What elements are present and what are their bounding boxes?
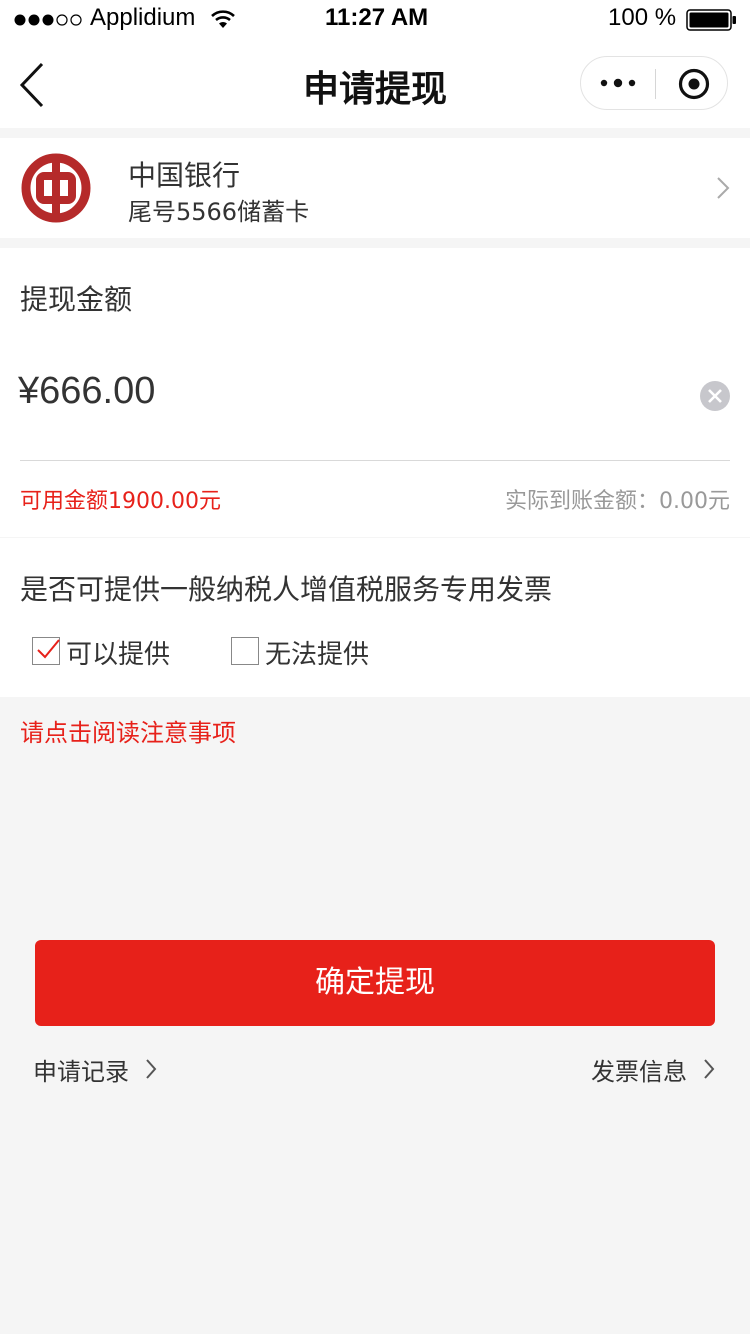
bank-card-row[interactable]: 中国银行 尾号5566储蓄卡 [0, 138, 750, 238]
available-balance: 可用金额1900.00元 [20, 489, 221, 514]
cannot-provide-label[interactable]: 无法提供 [265, 634, 369, 671]
clock-time: 11:27 AM [325, 4, 429, 31]
status-bar: Applidium 11:27 AM 100 % [0, 0, 750, 40]
card-number: 尾号5566储蓄卡 [128, 198, 310, 226]
more-dots-icon[interactable] [599, 77, 637, 89]
chevron-right-icon [146, 1059, 157, 1079]
capsule-divider [655, 69, 656, 99]
battery-percent: 100 % [608, 4, 677, 31]
invoice-info-link-label: 发票信息 [591, 1058, 687, 1086]
chevron-right-icon [704, 1059, 715, 1079]
wifi-icon [211, 10, 235, 28]
records-link-label: 申请记录 [33, 1058, 129, 1086]
confirm-withdraw-button[interactable]: 确定提现 [35, 940, 715, 1026]
nav-bar: 申请提现 [0, 40, 750, 128]
bank-name: 中国银行 [128, 159, 241, 192]
amount-label: 提现金额 [20, 283, 133, 316]
actual-amount: 实际到账金额：0.00元 [505, 489, 730, 514]
mini-program-capsule [580, 56, 728, 110]
amount-divider [20, 460, 730, 461]
invoice-section: 是否可提供一般纳税人增值税服务专用发票 可以提供 无法提供 [0, 538, 750, 697]
clear-circle-icon[interactable] [699, 380, 731, 412]
invoice-info-link[interactable]: 发票信息 [591, 1052, 721, 1086]
carrier-name: Applidium [90, 4, 196, 31]
cannot-provide-checkbox[interactable] [231, 637, 259, 665]
bank-of-china-logo-icon [21, 153, 91, 223]
can-provide-label[interactable]: 可以提供 [66, 634, 170, 671]
checkmark-icon [37, 639, 60, 659]
can-provide-checkbox[interactable] [32, 637, 60, 665]
invoice-question: 是否可提供一般纳税人增值税服务专用发票 [20, 573, 553, 606]
amount-section: 提现金额 ¥666.00 可用金额1900.00元 实际到账金额：0.00元 [0, 248, 750, 537]
signal-dots-icon [14, 14, 82, 26]
notice-link[interactable]: 请点击阅读注意事项 [20, 713, 236, 748]
target-close-icon[interactable] [677, 67, 711, 101]
battery-icon [686, 9, 736, 31]
amount-input[interactable]: ¥666.00 [18, 370, 155, 413]
chevron-right-icon [717, 177, 730, 199]
